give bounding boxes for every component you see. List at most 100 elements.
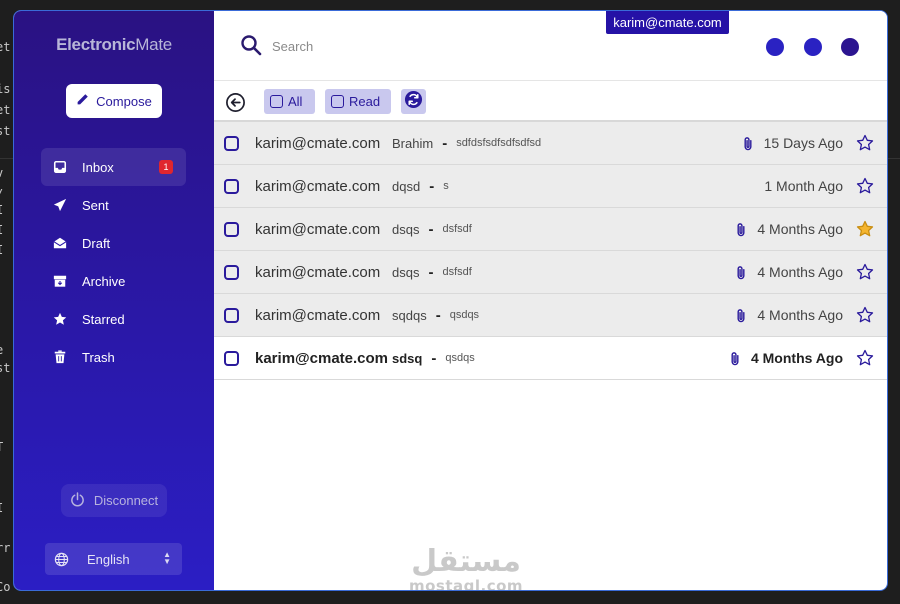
disconnect-button[interactable]: Disconnect — [61, 484, 167, 517]
email-row[interactable]: karim@cmate.com sqdqs - qsdqs 4 Months Ago — [214, 294, 887, 337]
email-summary: sdsq - qsdqs — [392, 350, 475, 367]
list-toolbar: All Read — [214, 81, 887, 122]
email-summary: dsqs - dsfsdf — [392, 264, 472, 281]
star-outline-icon[interactable] — [856, 306, 874, 324]
background-code-line: et — [0, 103, 11, 117]
trash-icon — [53, 350, 67, 364]
background-code-line: et — [0, 40, 11, 54]
background-code-line: / — [0, 187, 3, 201]
sidebar-item-draft[interactable]: Draft — [41, 224, 186, 262]
paperclip-icon — [729, 351, 742, 366]
email-date: 4 Months Ago — [757, 264, 843, 280]
email-list: karim@cmate.com Brahim - sdfdsfsdfsdfsdfsd 1… — [214, 122, 887, 380]
watermark-logo: مستقل mostaql.com — [409, 546, 523, 591]
row-checkbox[interactable] — [224, 264, 239, 280]
email-snippet: dsfsdf — [442, 223, 472, 235]
star-outline-icon[interactable] — [856, 263, 874, 281]
subject-separator: - — [431, 349, 437, 367]
open-envelope-icon — [53, 236, 67, 250]
power-icon — [70, 491, 85, 510]
filter-read-label: Read — [349, 94, 381, 109]
email-sender: karim@cmate.com — [255, 349, 389, 367]
email-sender: karim@cmate.com — [255, 134, 381, 152]
email-subject: dqsd — [392, 178, 421, 194]
sidebar-item-label: Archive — [82, 273, 126, 289]
email-summary: dsqs - dsfsdf — [392, 221, 472, 238]
email-sender: karim@cmate.com — [255, 177, 381, 195]
row-checkbox[interactable] — [224, 307, 239, 323]
background-code-line: I — [0, 203, 3, 217]
paperclip-icon — [735, 308, 748, 323]
row-checkbox[interactable] — [224, 178, 239, 194]
back-arrow-icon[interactable] — [225, 92, 246, 113]
updown-arrows-icon: ▲ ▼ — [163, 550, 171, 566]
background-code-line: I — [0, 243, 3, 257]
email-meta: 4 Months Ago — [735, 307, 843, 323]
email-subject: dsqs — [392, 264, 420, 280]
background-code-line: e — [0, 343, 3, 357]
email-meta: 15 Days Ago — [742, 135, 843, 151]
background-code-line: rr — [0, 541, 11, 555]
paper-plane-icon — [53, 198, 67, 212]
search-icon[interactable] — [240, 34, 262, 56]
disconnect-label: Disconnect — [93, 493, 159, 508]
row-checkbox[interactable] — [224, 350, 239, 366]
checkbox-icon — [270, 95, 283, 108]
email-snippet: qsdqs — [445, 352, 475, 364]
row-checkbox[interactable] — [224, 135, 239, 151]
language-select[interactable]: English ▲ ▼ — [45, 543, 182, 575]
compose-label: Compose — [96, 93, 152, 109]
filter-all-button[interactable]: All — [264, 89, 315, 114]
archive-box-icon — [53, 274, 67, 288]
sidebar-item-label: Draft — [82, 235, 111, 251]
email-subject: sqdqs — [392, 307, 427, 323]
background-code-line: v — [0, 166, 3, 180]
background-code-line: Co — [0, 580, 11, 594]
star-outline-icon[interactable] — [856, 349, 874, 367]
refresh-button[interactable] — [401, 89, 426, 114]
sidebar-item-archive[interactable]: Archive — [41, 262, 186, 300]
filter-read-button[interactable]: Read — [325, 89, 391, 114]
row-checkbox[interactable] — [224, 221, 239, 237]
email-row[interactable]: karim@cmate.com dqsd - s 1 Month Ago — [214, 165, 887, 208]
paperclip-icon — [735, 265, 748, 280]
star-filled-icon[interactable] — [856, 220, 874, 238]
email-row[interactable]: karim@cmate.com dsqs - dsfsdf 4 Months Ago — [214, 251, 887, 294]
subject-separator: - — [442, 134, 448, 152]
inbox-icon — [53, 160, 67, 174]
email-date: 15 Days Ago — [763, 135, 843, 151]
email-meta: 1 Month Ago — [764, 178, 843, 194]
compose-button[interactable]: Compose — [66, 84, 162, 118]
email-date: 4 Months Ago — [757, 307, 843, 323]
sidebar-item-inbox[interactable]: Inbox 1 — [41, 148, 186, 186]
star-outline-icon[interactable] — [856, 177, 874, 195]
search-input[interactable] — [272, 36, 572, 56]
unread-count-badge: 1 — [159, 160, 173, 174]
email-sender: karim@cmate.com — [255, 306, 381, 324]
star-outline-icon[interactable] — [856, 134, 874, 152]
email-meta: 4 Months Ago — [735, 264, 843, 280]
window-dot-2[interactable] — [804, 38, 822, 56]
sidebar-item-sent[interactable]: Sent — [41, 186, 186, 224]
email-date: 1 Month Ago — [764, 178, 843, 194]
sidebar-item-label: Inbox — [82, 159, 114, 175]
brand-bold: Electronic — [56, 35, 136, 54]
email-row[interactable]: karim@cmate.com sdsq - qsdqs 4 Months Ago — [214, 337, 887, 380]
sidebar-nav: Inbox 1 Sent Draft Archive Starred Trash — [41, 148, 186, 376]
email-row[interactable]: karim@cmate.com Brahim - sdfdsfsdfsdfsdfsd 1… — [214, 122, 887, 165]
email-snippet: sdfdsfsdfsdfsdfsd — [456, 137, 542, 149]
background-code-line: I — [0, 223, 3, 237]
sidebar-item-starred[interactable]: Starred — [41, 300, 186, 338]
window-dot-3[interactable] — [841, 38, 859, 56]
sidebar-item-trash[interactable]: Trash — [41, 338, 186, 376]
subject-separator: - — [428, 220, 434, 238]
window-dot-1[interactable] — [766, 38, 784, 56]
background-code-line: st — [0, 361, 11, 375]
star-icon — [53, 312, 67, 326]
filter-all-label: All — [288, 94, 303, 109]
refresh-icon — [404, 90, 423, 113]
sidebar-item-label: Starred — [82, 311, 125, 327]
sidebar-item-label: Sent — [82, 197, 109, 213]
brand-logo: ElectronicMate — [14, 35, 214, 55]
email-row[interactable]: karim@cmate.com dsqs - dsfsdf 4 Months Ago — [214, 208, 887, 251]
